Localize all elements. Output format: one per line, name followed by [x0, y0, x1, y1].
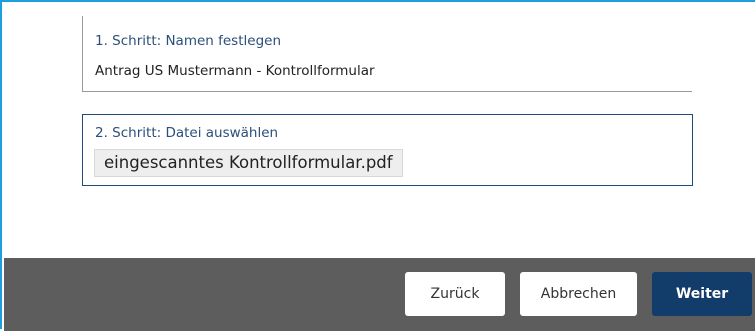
dialog-footer: Zurück Abbrechen Weiter [4, 258, 755, 331]
step-2-section: 2. Schritt: Datei auswählen eingescannte… [82, 114, 693, 186]
selected-file-chip[interactable]: eingescanntes Kontrollformular.pdf [94, 149, 403, 177]
back-button[interactable]: Zurück [405, 272, 505, 316]
cancel-button[interactable]: Abbrechen [520, 272, 637, 316]
step-2-label: 2. Schritt: Datei auswählen [95, 125, 279, 141]
step-1-section: 1. Schritt: Namen festlegen Antrag US Mu… [82, 16, 692, 92]
document-name-value[interactable]: Antrag US Mustermann - Kontrollformular [95, 63, 375, 79]
step-1-label: 1. Schritt: Namen festlegen [95, 33, 281, 49]
upload-dialog: 1. Schritt: Namen festlegen Antrag US Mu… [0, 0, 755, 331]
next-button[interactable]: Weiter [652, 272, 752, 316]
